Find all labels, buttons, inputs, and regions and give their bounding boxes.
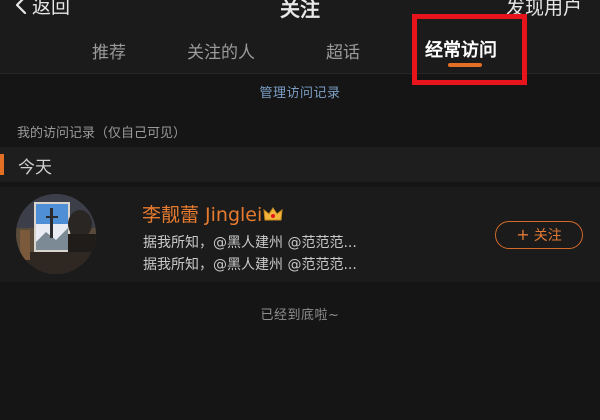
- tab-recommended[interactable]: 推荐: [92, 38, 126, 63]
- tab-super-topics[interactable]: 超话: [326, 38, 360, 63]
- visit-description-line-2: 据我所知，@黑人建州 @范范范...: [143, 257, 357, 273]
- today-group-header: 今天: [0, 147, 600, 182]
- group-header-label: 今天: [18, 158, 52, 178]
- visit-list-item[interactable]: 李靓蕾 Jinglei 据我所知，@黑人建州 @范范范... 据我所知，@黑人建…: [0, 187, 600, 282]
- tab-frequent-visits[interactable]: 经常访问: [425, 36, 497, 62]
- user-name[interactable]: 李靓蕾 Jinglei: [142, 200, 283, 227]
- tab-bar: 推荐 关注的人 超话 经常访问: [0, 24, 600, 74]
- discover-users-button[interactable]: 发现用户: [506, 0, 582, 20]
- plus-icon: +: [516, 225, 530, 244]
- manage-row: 管理访问记录: [0, 82, 600, 108]
- follow-label: 关注: [533, 228, 562, 244]
- follow-button[interactable]: + 关注: [495, 221, 583, 249]
- visit-description-line-1: 据我所知，@黑人建州 @范范范...: [143, 235, 357, 251]
- crown-badge-icon: [263, 207, 283, 221]
- avatar-image: [16, 194, 96, 274]
- screen: 返回 关注 发现用户 推荐 关注的人 超话 经常访问 管理访问记录 我的访问记录…: [0, 0, 600, 420]
- active-tab-indicator: [448, 63, 482, 67]
- tab-following[interactable]: 关注的人: [187, 38, 255, 63]
- manage-visit-records-link[interactable]: 管理访问记录: [259, 86, 340, 101]
- visit-records-label: 我的访问记录（仅自己可见）: [17, 126, 187, 141]
- user-name-text: 李靓蕾 Jinglei: [142, 204, 263, 226]
- top-nav-bar: 返回 关注 发现用户: [0, 0, 600, 24]
- end-of-list-text: 已经到底啦~: [260, 308, 340, 323]
- group-accent-bar: [0, 154, 4, 175]
- avatar[interactable]: [16, 194, 96, 274]
